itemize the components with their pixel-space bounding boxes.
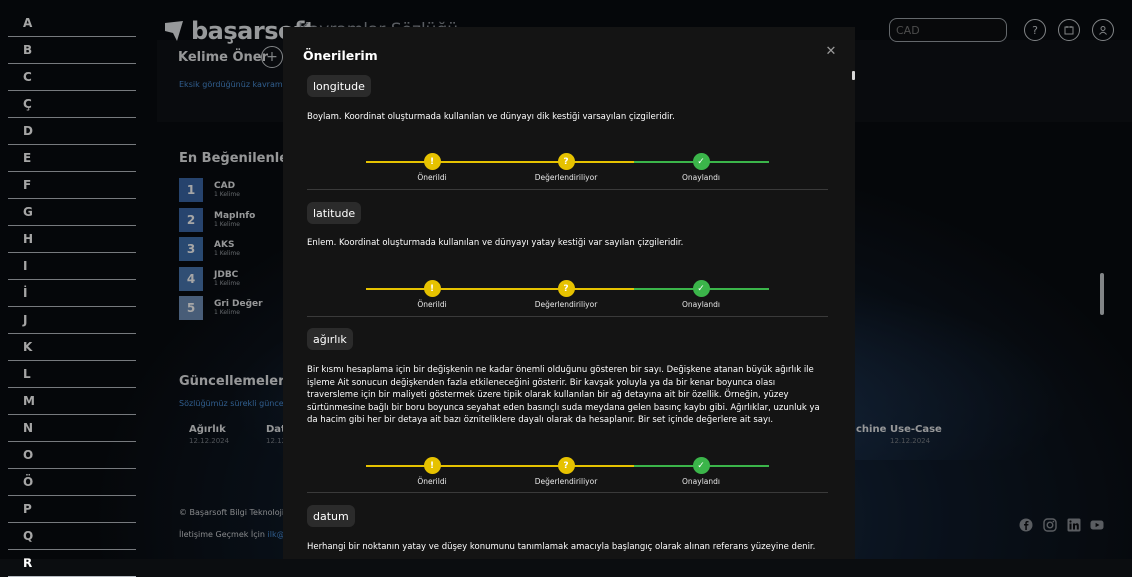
term-description: Boylam. Koordinat oluşturmada kullanılan… [307,112,675,122]
step-label: Onaylandı [682,300,720,309]
modal-scrollbar[interactable] [852,71,855,80]
term-chip: latitude [307,202,362,224]
divider [307,189,828,190]
step-label: Önerildi [417,477,447,486]
status-progress: ! Önerildi? Değerlendiriliyor ✓ Onaylandı [366,280,769,320]
divider [307,316,828,317]
exclamation-icon: ! [423,457,441,474]
check-icon: ✓ [692,153,710,170]
close-button[interactable]: ✕ [823,43,839,59]
term-description: Herhangi bir noktanın yatay ve düşey kon… [307,542,816,552]
suggestions-modal: Önerilerim ✕ longitude Boylam. Koordinat … [283,27,855,559]
step-label: Önerildi [417,300,447,309]
modal-title: Önerilerim [303,48,378,63]
close-icon: ✕ [825,43,837,59]
check-icon: ✓ [692,457,710,474]
step-label: Onaylandı [682,477,720,486]
step-label: Değerlendiriliyor [534,300,598,309]
question-icon: ? [557,457,575,474]
progress-track [366,161,634,163]
status-progress: ! Önerildi? Değerlendiriliyor ✓ Onaylandı [366,153,769,193]
term-description: Bir kısmı hesaplama için bir değişkenin … [307,365,820,426]
progress-track [366,465,634,467]
progress-track [366,288,634,290]
step-label: Değerlendiriliyor [534,477,598,486]
question-icon: ? [557,153,575,170]
step-label: Önerildi [417,173,447,182]
check-icon: ✓ [692,280,710,297]
term-chip: ağırlık [307,328,353,350]
step-label: Değerlendiriliyor [534,173,598,182]
term-chip: longitude [307,75,371,97]
term-chip: datum [307,505,355,527]
exclamation-icon: ! [423,153,441,170]
term-description: Enlem. Koordinat oluşturmada kullanılan … [307,238,684,248]
status-progress: ! Önerildi? Değerlendiriliyor ✓ Onaylandı [366,457,769,497]
divider [307,492,828,493]
question-icon: ? [557,280,575,297]
step-label: Onaylandı [682,173,720,182]
exclamation-icon: ! [423,280,441,297]
